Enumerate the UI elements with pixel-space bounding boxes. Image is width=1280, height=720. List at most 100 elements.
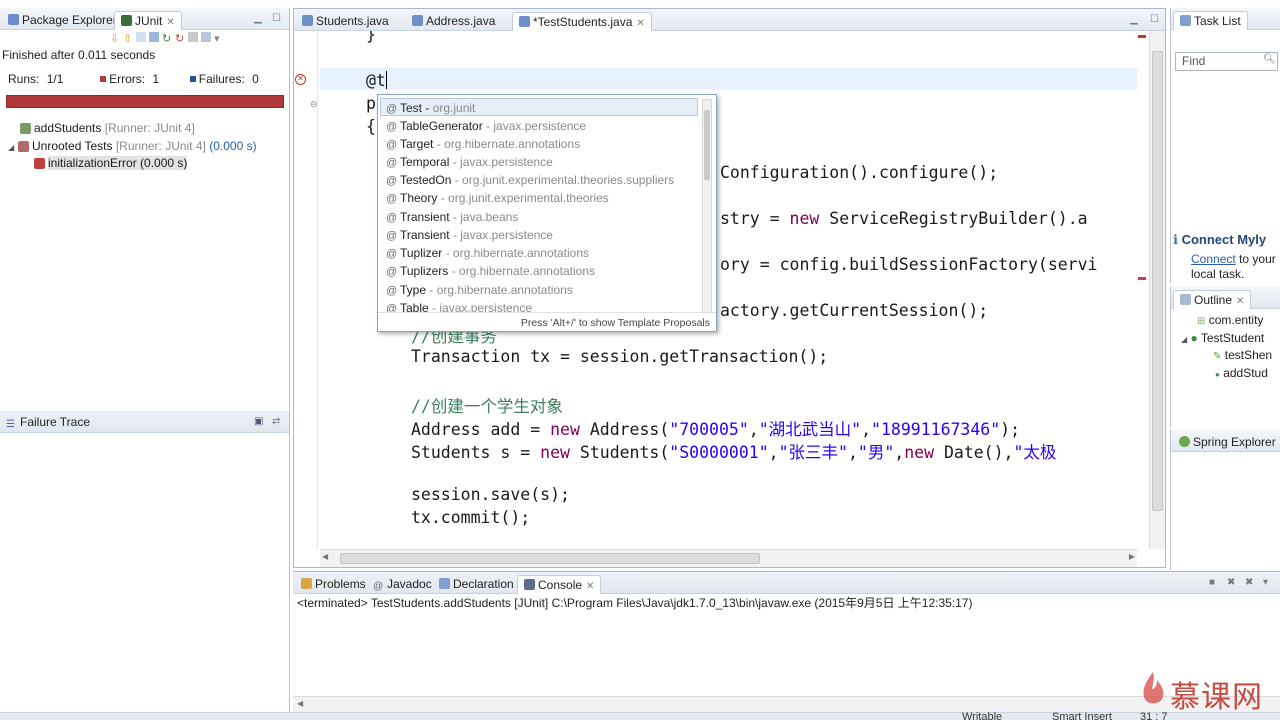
maximize-icon[interactable]: ☐: [1150, 14, 1159, 25]
show-failures-icon[interactable]: [136, 32, 146, 43]
runs-label: Runs:: [8, 72, 40, 86]
finished-label: Finished after 0.011 seconds: [2, 48, 156, 62]
tab-console[interactable]: Console ✕: [517, 575, 602, 594]
proposal-item[interactable]: @ Type - org.hibernate.annotations: [386, 281, 573, 299]
tab-students-java[interactable]: Students.java: [296, 12, 395, 31]
tree-item-addstudents[interactable]: addStudents [Runner: JUnit 4]: [0, 120, 289, 138]
proposal-item[interactable]: @ Table - javax.persistence: [386, 299, 532, 313]
remove-all-icon[interactable]: ✖: [1245, 577, 1253, 588]
expand-icon[interactable]: ◢: [1181, 335, 1187, 344]
connect-link[interactable]: Connect: [1191, 252, 1236, 266]
stop-icon[interactable]: [188, 32, 198, 43]
proposal-item[interactable]: @ Temporal - javax.persistence: [386, 153, 553, 171]
search-icon[interactable]: 🔍︎: [1263, 54, 1276, 65]
code-line: tx.commit();: [411, 508, 531, 527]
close-icon[interactable]: ✕: [1236, 296, 1244, 307]
proposal-item[interactable]: @ Transient - java.beans: [386, 208, 518, 226]
editor-vertical-scrollbar[interactable]: [1149, 31, 1165, 549]
tab-package-explorer[interactable]: Package Explorer: [2, 11, 123, 30]
minimize-icon[interactable]: ▁: [254, 13, 262, 24]
tab-problems[interactable]: Problems: [295, 575, 372, 594]
view-menu-icon[interactable]: ▾: [214, 32, 224, 45]
code-line: Students s = new Students("S0000001","张三…: [411, 443, 1057, 462]
proposal-item[interactable]: @ TableGenerator - javax.persistence: [386, 117, 586, 135]
error-overview-marker[interactable]: [1138, 35, 1146, 38]
proposal-item[interactable]: @ TestedOn - org.junit.experimental.theor…: [386, 171, 674, 189]
task-list-tabbar: Task List: [1171, 8, 1280, 30]
maximize-icon[interactable]: ☐: [272, 13, 281, 24]
view-menu-icon[interactable]: ▾: [1263, 577, 1268, 588]
code-line: }: [366, 31, 376, 44]
terminate-icon[interactable]: ■: [1209, 577, 1215, 588]
editor-horizontal-scrollbar[interactable]: ◀ ▶: [320, 549, 1137, 567]
close-icon[interactable]: ✕: [166, 17, 174, 28]
proposal-scrollbar[interactable]: [702, 99, 712, 313]
outline-item-method[interactable]: ● addStud: [1215, 366, 1268, 380]
scroll-left-icon[interactable]: ◀: [322, 552, 328, 561]
outline-view: Outline ✕ ⊞ com.entity ◢ ● TestStudent ✎ …: [1170, 287, 1280, 427]
proposal-item[interactable]: @ Target - org.hibernate.annotations: [386, 135, 580, 153]
annotation-icon: @: [386, 103, 398, 115]
rerun-failed-icon[interactable]: ↻: [175, 32, 185, 45]
remove-launch-icon[interactable]: ✖: [1227, 577, 1235, 588]
expand-icon[interactable]: ◢: [8, 139, 18, 157]
tab-javadoc[interactable]: @ Javadoc: [367, 575, 438, 594]
annotation-icon: @: [386, 193, 398, 205]
tab-address-java[interactable]: Address.java: [406, 12, 501, 31]
tree-item-unrooted-tests[interactable]: ◢ Unrooted Tests [Runner: JUnit 4] (0.000…: [0, 138, 289, 157]
code-line: p: [366, 94, 376, 113]
editor-ruler: ✕ ⊖: [294, 31, 318, 549]
outline-item-field[interactable]: ✎ testShen: [1213, 348, 1272, 362]
code-line: {: [366, 117, 376, 136]
scroll-lock-icon[interactable]: [149, 32, 159, 43]
close-icon[interactable]: ✕: [636, 18, 644, 29]
scroll-left-icon[interactable]: ◀: [297, 699, 303, 708]
fold-icon[interactable]: ⊖: [310, 99, 318, 110]
info-icon: ℹ: [1173, 232, 1178, 247]
close-icon[interactable]: ✕: [586, 581, 594, 592]
proposal-item[interactable]: @ Tuplizers - org.hibernate.annotations: [386, 262, 595, 280]
template-proposals-hint[interactable]: Press 'Alt+/' to show Template Proposals: [521, 317, 710, 329]
junit-view: Package Explorer JUnit ✕ ▁ ☐ ⇩⇧ ↻↻ ▾ Finish…: [0, 8, 290, 413]
tab-declaration[interactable]: Declaration: [433, 575, 520, 594]
declaration-icon: [439, 578, 450, 589]
overview-marker[interactable]: [1138, 277, 1146, 280]
rerun-icon[interactable]: ↻: [162, 32, 172, 45]
history-icon[interactable]: [201, 32, 211, 43]
filter-icon[interactable]: ⇄: [272, 416, 280, 427]
proposal-item[interactable]: @ Transient - javax.persistence: [386, 226, 553, 244]
scroll-thumb[interactable]: [340, 553, 760, 564]
tab-teststudents-java[interactable]: *TestStudents.java ✕: [512, 12, 652, 31]
proposal-item[interactable]: @ Theory - org.junit.experimental.theorie…: [386, 189, 609, 207]
java-file-icon: [412, 15, 423, 26]
watermark-text: 慕课网: [1170, 680, 1263, 715]
tree-item-initialization-error[interactable]: initializationError (0.000 s): [0, 155, 289, 173]
tab-outline[interactable]: Outline ✕: [1173, 290, 1252, 309]
outline-item-package[interactable]: ⊞ com.entity: [1197, 313, 1263, 327]
proposal-item[interactable]: @ Test - org.junit: [380, 98, 698, 117]
previous-failure-icon[interactable]: ⇧: [123, 32, 133, 45]
outline-item-class[interactable]: ◢ ● TestStudent: [1181, 331, 1264, 345]
junit-icon: [121, 15, 132, 26]
console-horizontal-scrollbar[interactable]: ◀: [293, 696, 1280, 712]
junit-toolbar: ⇩⇧ ↻↻ ▾: [110, 31, 227, 45]
content-assist-popup: @ Test - org.junit @ TableGenerator - java…: [377, 94, 717, 332]
errors-value: 1: [152, 72, 160, 86]
minimize-icon[interactable]: ▁: [1130, 14, 1138, 25]
tab-junit[interactable]: JUnit ✕: [114, 11, 182, 30]
current-line-highlight: [320, 68, 1137, 90]
outline-icon: [1180, 294, 1191, 305]
error-marker-icon[interactable]: ✕: [295, 74, 306, 85]
task-list-icon: [1180, 15, 1191, 26]
scroll-right-icon[interactable]: ▶: [1129, 552, 1135, 561]
scroll-thumb[interactable]: [704, 110, 710, 180]
compare-icon[interactable]: ▣: [254, 416, 263, 427]
next-failure-icon[interactable]: ⇩: [110, 32, 120, 45]
scroll-thumb[interactable]: [1152, 51, 1163, 511]
failure-trace-title: ☰ Failure Trace: [6, 415, 91, 430]
proposal-item[interactable]: @ Tuplizer - org.hibernate.annotations: [386, 244, 589, 262]
run-stats: Runs: 1/1 Errors: 1 Failures: 0: [8, 72, 259, 86]
tab-spring-explorer[interactable]: Spring Explorer: [1173, 433, 1280, 452]
overview-ruler[interactable]: [1137, 31, 1147, 549]
tab-task-list[interactable]: Task List: [1173, 11, 1248, 30]
